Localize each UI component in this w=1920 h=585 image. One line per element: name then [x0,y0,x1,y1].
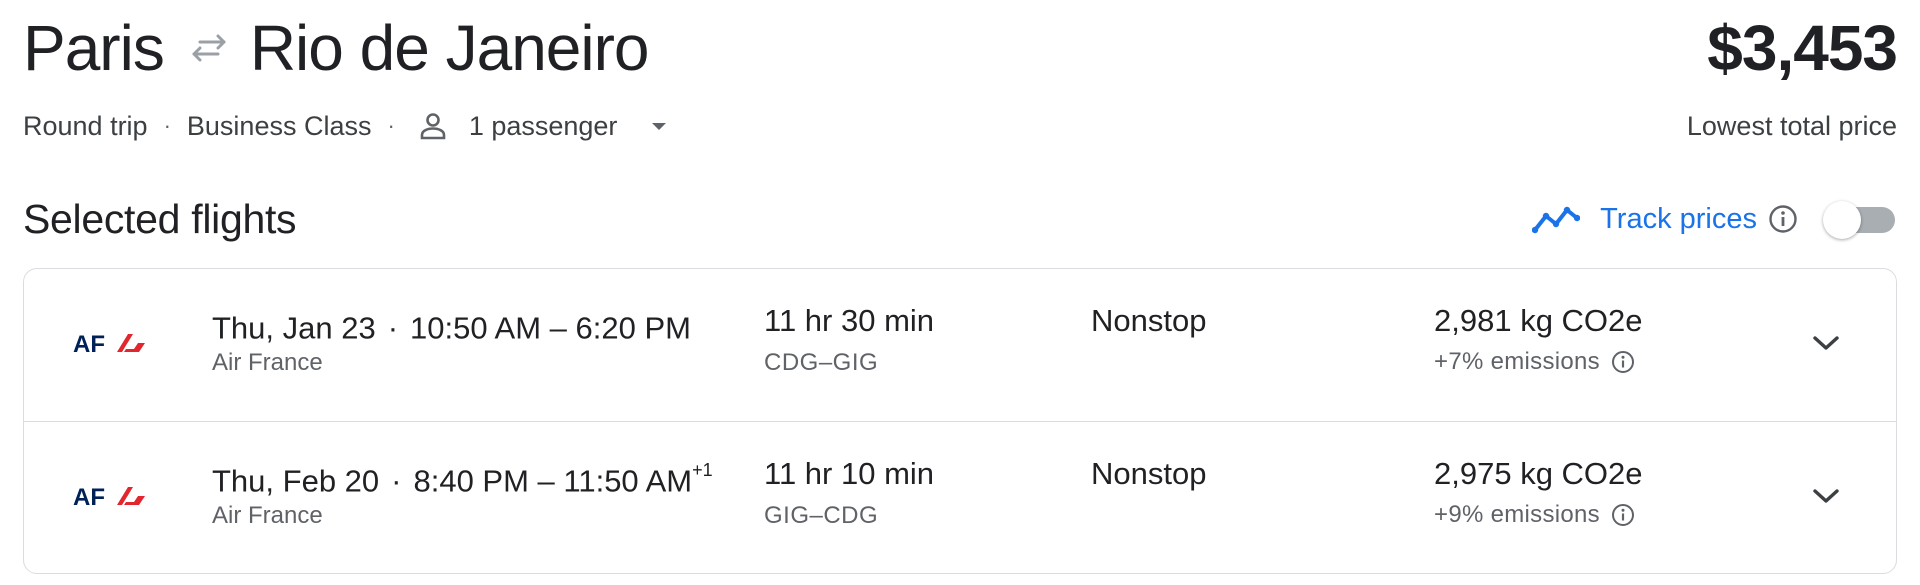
flight-times: Thu, Jan 23 · 10:50 AM – 6:20 PM [212,301,691,348]
separator-dot: · [391,463,402,499]
cabin-class: Business Class [186,110,372,141]
air-france-logo-icon: AF [73,474,145,518]
route-title: Paris Rio de Janeiro [23,8,649,88]
route-codes: GIG–CDG [764,502,879,529]
trend-line-icon [1532,203,1581,235]
destination-city: Rio de Janeiro [249,12,650,84]
person-icon [417,110,449,142]
airline-name: Air France [212,349,323,376]
info-icon[interactable] [1610,349,1636,375]
lowest-price: $3,453 [1707,12,1898,84]
swap-arrows-icon [186,28,232,68]
airline-name: Air France [212,502,323,529]
info-icon[interactable] [1767,203,1799,235]
flight-times: Thu, Feb 20 · 8:40 PM – 11:50 AM+1 [212,454,713,501]
flights-card: AF Thu, Jan 23 · 10:50 AM – 6:20 PM Air Fr… [23,268,1897,574]
flight-row-return[interactable]: AF Thu, Feb 20 · 8:40 PM – 11:50 AM+1 Air … [24,421,1896,573]
caret-down-icon[interactable] [647,114,671,138]
flight-row-outbound[interactable]: AF Thu, Jan 23 · 10:50 AM – 6:20 PM Air Fr… [24,269,1896,421]
emissions-delta-label: +7% emissions [1434,348,1600,375]
flight-date: Thu, Jan 23 [212,310,376,346]
air-france-logo-icon: AF [73,321,145,365]
origin-city: Paris [23,12,165,84]
separator-dot: · [387,113,395,138]
emissions-delta: +7% emissions [1434,346,1636,378]
stops: Nonstop [1091,303,1207,338]
separator-dot: · [387,310,399,346]
chevron-down-icon[interactable] [1806,323,1846,363]
toggle-thumb [1823,201,1861,239]
day-offset: +1 [692,460,713,480]
chevron-down-icon[interactable] [1806,476,1846,516]
flight-duration: 11 hr 30 min [764,303,935,338]
emissions: 2,975 kg CO2e [1434,456,1643,491]
track-prices: Track prices [1532,196,1897,242]
section-title: Selected flights [23,196,297,242]
departure-arrival: 10:50 AM – 6:20 PM [410,310,691,346]
emissions-delta: +9% emissions [1434,499,1636,531]
passenger-count[interactable]: 1 passenger [469,111,618,142]
stops: Nonstop [1091,456,1207,491]
flight-date: Thu, Feb 20 [212,463,380,499]
trip-type: Round trip [23,110,148,141]
track-prices-toggle[interactable] [1823,201,1897,239]
info-icon[interactable] [1610,502,1636,528]
emissions: 2,981 kg CO2e [1434,303,1643,338]
departure-arrival: 8:40 PM – 11:50 AM [413,463,693,499]
emissions-delta-label: +9% emissions [1434,501,1600,528]
separator-dot: · [163,113,171,138]
price-caption: Lowest total price [1686,111,1897,141]
route-codes: CDG–GIG [764,349,879,376]
track-prices-label[interactable]: Track prices [1600,203,1757,236]
flight-duration: 11 hr 10 min [764,456,935,491]
svg-text:AF: AF [73,484,105,509]
trip-meta: Round trip · Business Class · 1 passenge… [23,108,671,144]
svg-text:AF: AF [73,331,105,356]
